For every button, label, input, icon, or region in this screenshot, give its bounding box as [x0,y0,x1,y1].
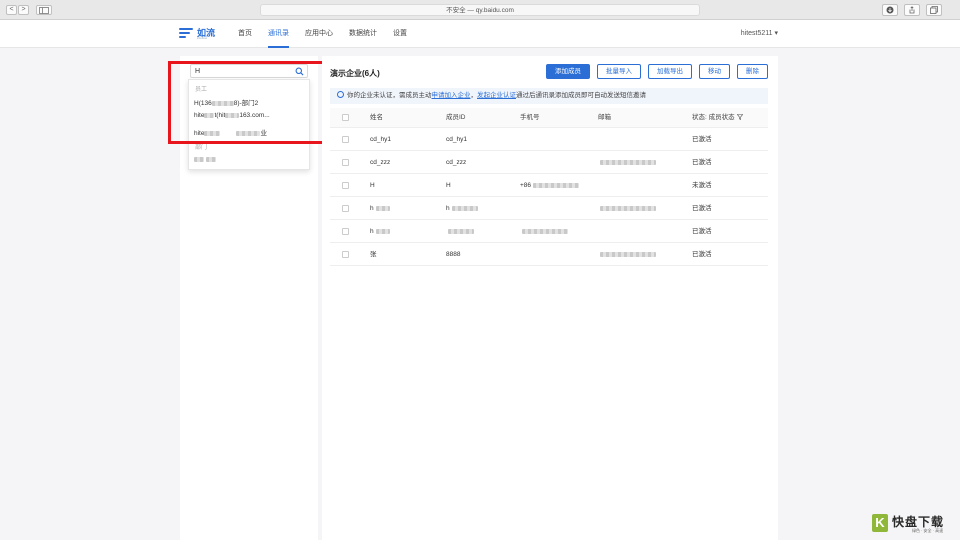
forward-icon: > [21,6,26,13]
tabs-button[interactable] [926,4,942,16]
nav-home[interactable]: 首页 [238,20,252,48]
cell-status: 已激活 [692,205,712,212]
select-all-checkbox[interactable] [342,114,349,121]
cell-status: 未激活 [692,182,712,189]
table-row[interactable]: cd_zzz cd_zzz 已激活 [330,151,768,174]
watermark-subtitle: 绿色 · 安全 · 高速 [912,528,944,533]
watermark: K 快盘下载 绿色 · 安全 · 高速 [872,512,958,538]
delete-button[interactable]: 删除 [737,64,768,79]
cell-email [598,151,656,174]
nav-app-center[interactable]: 应用中心 [305,20,333,48]
page-title: 演示企业(6人) [330,69,380,78]
download-icon [886,6,894,14]
nav-contacts[interactable]: 通讯录 [268,20,289,48]
col-phone: 手机号 [520,114,540,121]
row-checkbox[interactable] [342,251,349,258]
address-bar[interactable]: 不安全 — qy.baidu.com [260,4,700,16]
col-id: 成员ID [446,114,466,121]
table-row[interactable]: h h 已激活 [330,197,768,220]
forward-button[interactable]: > [18,5,29,15]
move-button[interactable]: 移动 [699,64,730,79]
filter-icon[interactable] [736,114,743,121]
action-toolbar: 添加成员 批量导入 加载导出 移动 删除 [539,64,768,79]
cell-name: cd_zzz [370,159,391,166]
export-button[interactable]: 加载导出 [648,64,692,79]
cell-name: h [370,220,390,243]
verification-notice: 你的企业未认证，需成员主动申请加入企业，发起企业认证通过后通讯录添加成员即可自动… [330,88,768,104]
table-row[interactable]: cd_hy1 cd_hy1 已激活 [330,128,768,151]
apply-join-link[interactable]: 申请加入企业 [432,92,471,99]
cell-email [598,243,656,266]
table-row[interactable]: h 已激活 [330,220,768,243]
cell-name: cd_hy1 [370,136,391,143]
table-row[interactable]: H H +86 未激活 [330,174,768,197]
cell-status: 已激活 [692,251,712,258]
cell-id: cd_hy1 [446,136,467,143]
sidebar-icon [39,7,49,14]
col-status[interactable]: 状态: 成员状态 [692,108,743,128]
cell-status: 已激活 [692,159,712,166]
cell-name: 张 [370,251,377,258]
table-row[interactable]: 张 8888 已激活 [330,243,768,266]
cell-id: cd_zzz [446,159,467,166]
info-icon [337,90,344,98]
cell-status: 已激活 [692,228,712,235]
row-checkbox[interactable] [342,182,349,189]
tabs-icon [930,6,938,14]
user-menu[interactable]: hitest5211 ▾ [741,20,778,47]
sidebar-toggle-button[interactable] [36,5,52,15]
cell-phone: +86 [520,174,580,197]
batch-import-button[interactable]: 批量导入 [597,64,641,79]
highlight-frame [168,61,329,144]
cell-id: h [446,197,478,220]
logo-icon [178,27,194,40]
col-email: 邮箱 [598,114,611,121]
row-checkbox[interactable] [342,136,349,143]
cell-email [598,197,656,220]
back-icon: < [9,6,14,13]
top-nav: 首页 通讯录 应用中心 数据统计 设置 [238,20,423,48]
logo-subtext: infoflow [197,36,208,40]
cell-name: h [370,197,390,220]
cell-id: H [446,182,451,189]
row-checkbox[interactable] [342,205,349,212]
start-verification-link[interactable]: 发起企业认证 [477,92,516,99]
nav-settings[interactable]: 设置 [393,20,407,48]
cell-id: 8888 [446,251,461,258]
member-table: 姓名 成员ID 手机号 邮箱 状态: 成员状态 cd_hy1 cd_hy1 已激活 c… [330,108,768,266]
cell-phone [520,220,568,243]
add-member-button[interactable]: 添加成员 [546,64,590,79]
search-result-dept-item[interactable] [194,156,306,163]
app-header: 如流 infoflow 首页 通讯录 应用中心 数据统计 设置 hitest52… [0,20,960,48]
url-text: 不安全 — qy.baidu.com [446,7,514,14]
logo[interactable]: 如流 infoflow [178,26,218,42]
col-name: 姓名 [370,114,383,121]
watermark-logo: K [872,514,888,532]
nav-statistics[interactable]: 数据统计 [349,20,377,48]
back-button[interactable]: < [6,5,17,15]
share-icon [909,6,915,14]
browser-toolbar: < > 不安全 — qy.baidu.com [0,0,960,20]
member-list-panel: 演示企业(6人) 添加成员 批量导入 加载导出 移动 删除 你的企业未认证，需成… [322,56,778,540]
cell-id [446,220,474,243]
share-button[interactable] [904,4,920,16]
download-button[interactable] [882,4,898,16]
cell-status: 已激活 [692,136,712,143]
table-header: 姓名 成员ID 手机号 邮箱 状态: 成员状态 [330,108,768,128]
cell-name: H [370,182,375,189]
row-checkbox[interactable] [342,228,349,235]
row-checkbox[interactable] [342,159,349,166]
